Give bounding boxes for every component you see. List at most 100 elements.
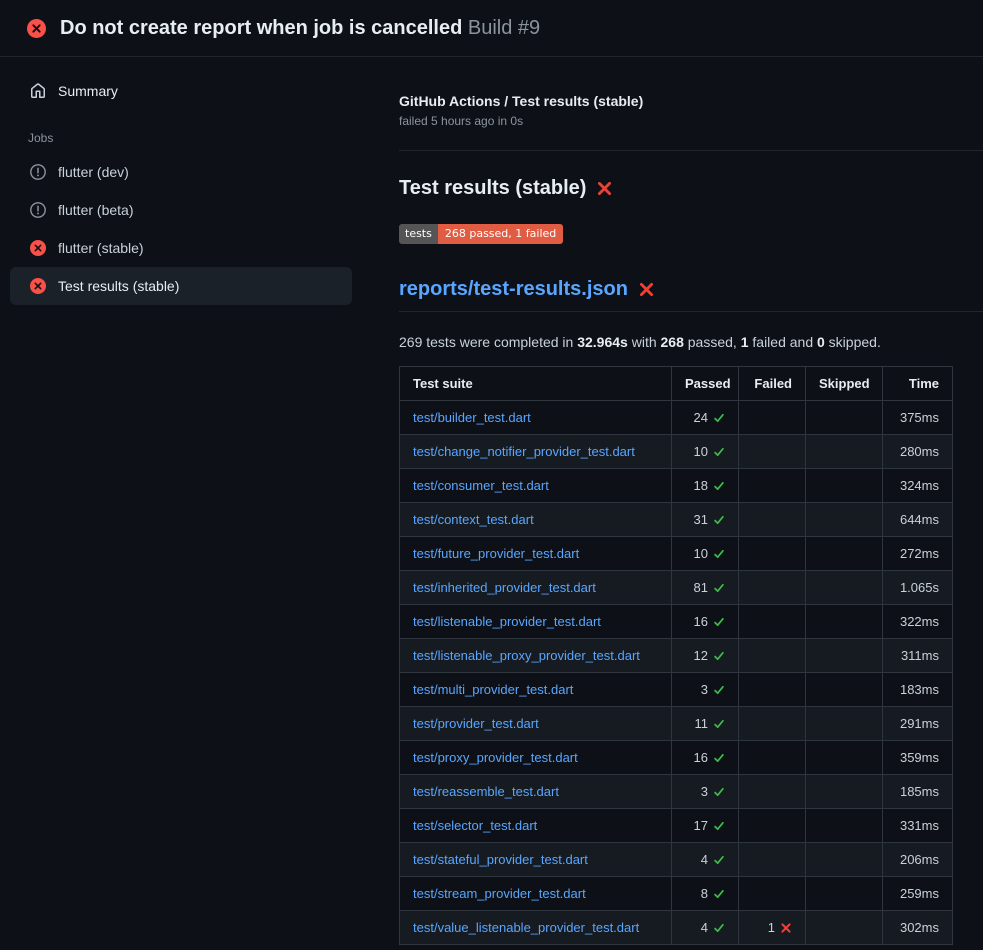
skipped-cell xyxy=(806,571,883,605)
x-circle-icon xyxy=(27,19,46,38)
passed-cell: 31 xyxy=(672,503,739,537)
header: Do not create report when job is cancell… xyxy=(0,0,983,57)
passed-cell: 18 xyxy=(672,469,739,503)
skipped-cell xyxy=(806,673,883,707)
test-suite-link[interactable]: test/stream_provider_test.dart xyxy=(413,886,586,901)
count-value: 1.065s xyxy=(900,578,939,597)
test-suite-link[interactable]: test/context_test.dart xyxy=(413,512,534,527)
check-mark-icon xyxy=(713,412,725,424)
th-failed: Failed xyxy=(739,367,806,401)
tests-badge: tests 268 passed, 1 failed xyxy=(399,224,563,244)
failed-cell xyxy=(739,469,806,503)
th-skipped: Skipped xyxy=(806,367,883,401)
check-mark-icon xyxy=(713,446,725,458)
test-suite-link[interactable]: test/proxy_provider_test.dart xyxy=(413,750,578,765)
count-value: 11 xyxy=(695,714,709,733)
count-value: 31 xyxy=(694,510,708,529)
test-suite-link[interactable]: test/provider_test.dart xyxy=(413,716,539,731)
count-value: 302ms xyxy=(900,918,939,937)
table-row: test/inherited_provider_test.dart811.065… xyxy=(400,571,953,605)
time-cell: 259ms xyxy=(883,877,953,911)
failed-cell xyxy=(739,877,806,911)
build-number: Build #9 xyxy=(468,17,540,39)
check-mark-icon xyxy=(713,854,725,866)
th-time: Time xyxy=(883,367,953,401)
test-suite-link[interactable]: test/future_provider_test.dart xyxy=(413,546,579,561)
table-row: test/future_provider_test.dart10272ms xyxy=(400,537,953,571)
skipped-cell xyxy=(806,843,883,877)
suite-cell: test/listenable_provider_test.dart xyxy=(400,605,672,639)
test-results-table: Test suite Passed Failed Skipped Time te… xyxy=(399,366,953,945)
count-value: 18 xyxy=(694,476,708,495)
test-suite-link[interactable]: test/listenable_proxy_provider_test.dart xyxy=(413,648,640,663)
badge-label: tests xyxy=(399,224,438,244)
time-cell: 302ms xyxy=(883,911,953,945)
count-value: 259ms xyxy=(900,884,939,903)
test-suite-link[interactable]: test/reassemble_test.dart xyxy=(413,784,559,799)
check-mark-icon xyxy=(713,650,725,662)
test-suite-link[interactable]: test/stateful_provider_test.dart xyxy=(413,852,588,867)
job-label: flutter (dev) xyxy=(58,164,129,180)
count-value: 183ms xyxy=(900,680,939,699)
table-row: test/stream_provider_test.dart 8 259ms xyxy=(400,877,953,911)
status-line: failed 5 hours ago in 0s xyxy=(399,114,983,128)
sidebar-item-flutter-dev[interactable]: flutter (dev) xyxy=(10,153,352,191)
sidebar-item-flutter-stable[interactable]: flutter (stable) xyxy=(10,229,352,267)
check-mark-icon xyxy=(713,752,725,764)
count-value: 359ms xyxy=(900,748,939,767)
home-icon xyxy=(30,83,46,99)
count-value: 10 xyxy=(694,442,708,461)
passed-count: 268 xyxy=(661,334,684,350)
app-root: Do not create report when job is cancell… xyxy=(0,0,983,950)
sidebar-item-test-results-stable[interactable]: Test results (stable) xyxy=(10,267,352,305)
suite-cell: test/builder_test.dart xyxy=(400,401,672,435)
table-row: test/listenable_proxy_provider_test.dart… xyxy=(400,639,953,673)
passed-cell: 24 xyxy=(672,401,739,435)
suite-cell: test/consumer_test.dart xyxy=(400,469,672,503)
divider xyxy=(399,150,983,151)
time-cell: 280ms xyxy=(883,435,953,469)
cross-mark-icon xyxy=(780,922,792,934)
skipped-count: 0 xyxy=(817,334,825,350)
skipped-cell xyxy=(806,809,883,843)
time-cell: 644ms xyxy=(883,503,953,537)
failed-cell xyxy=(739,435,806,469)
total-duration: 32.964s xyxy=(577,334,628,350)
count-value: 311ms xyxy=(901,646,939,665)
table-row: test/multi_provider_test.dart3183ms xyxy=(400,673,953,707)
count-value: 1 xyxy=(768,918,775,937)
count-value: 331ms xyxy=(900,816,939,835)
sidebar-item-summary[interactable]: Summary xyxy=(10,73,352,109)
test-suite-link[interactable]: test/change_notifier_provider_test.dart xyxy=(413,444,635,459)
test-suite-link[interactable]: test/consumer_test.dart xyxy=(413,478,549,493)
cross-mark-icon xyxy=(638,281,655,298)
passed-cell: 16 xyxy=(672,605,739,639)
time-cell: 1.065s xyxy=(883,571,953,605)
time-cell: 324ms xyxy=(883,469,953,503)
test-suite-link[interactable]: test/listenable_provider_test.dart xyxy=(413,614,601,629)
table-row: test/context_test.dart 31 644ms xyxy=(400,503,953,537)
check-mark-icon xyxy=(713,922,725,934)
failed-cell xyxy=(739,503,806,537)
test-suite-link[interactable]: test/value_listenable_provider_test.dart xyxy=(413,920,639,935)
skipped-cell xyxy=(806,877,883,911)
table-row: test/listenable_provider_test.dart 16 322m… xyxy=(400,605,953,639)
test-suite-link[interactable]: test/multi_provider_test.dart xyxy=(413,682,573,697)
workflow-run-title: Do not create report when job is cancell… xyxy=(60,17,462,39)
sidebar-item-flutter-beta[interactable]: flutter (beta) xyxy=(10,191,352,229)
test-suite-link[interactable]: test/inherited_provider_test.dart xyxy=(413,580,596,595)
skipped-cell xyxy=(806,707,883,741)
skipped-cell xyxy=(806,741,883,775)
suite-cell: test/reassemble_test.dart xyxy=(400,775,672,809)
test-suite-link[interactable]: test/builder_test.dart xyxy=(413,410,531,425)
count-value: 16 xyxy=(694,748,708,767)
count-value: 8 xyxy=(701,884,708,903)
table-body: test/builder_test.dart24375mstest/change… xyxy=(400,401,953,945)
time-cell: 359ms xyxy=(883,741,953,775)
count-value: 322ms xyxy=(900,612,939,631)
count-value: 4 xyxy=(701,918,708,937)
test-suite-link[interactable]: test/selector_test.dart xyxy=(413,818,537,833)
report-file-link[interactable]: reports/test-results.json xyxy=(399,278,628,301)
page-title: Do not create report when job is cancell… xyxy=(60,17,540,40)
suite-cell: test/future_provider_test.dart xyxy=(400,537,672,571)
